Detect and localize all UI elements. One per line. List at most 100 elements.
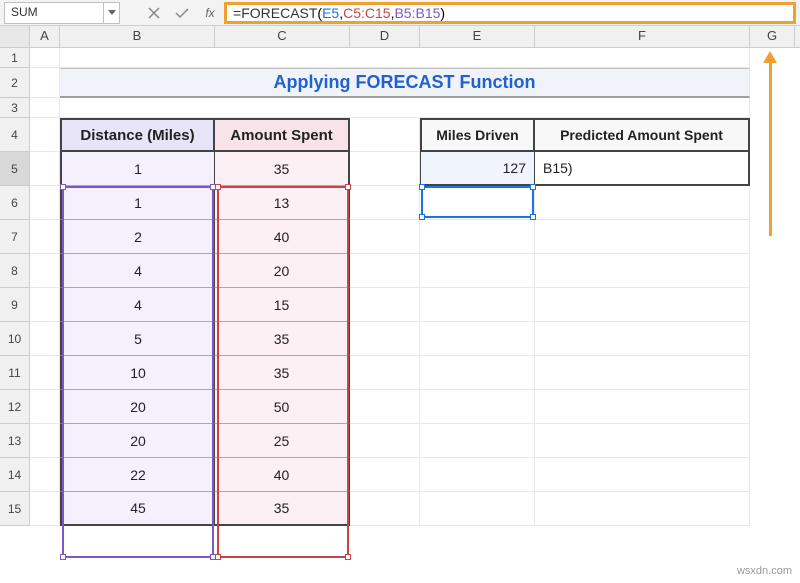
col-header[interactable]: C [215,26,350,47]
cell[interactable] [30,254,60,288]
cell[interactable] [350,458,420,492]
cell[interactable] [350,356,420,390]
cell-distance[interactable]: 20 [60,424,215,458]
cell[interactable] [420,390,535,424]
cell[interactable] [60,98,750,118]
row-header[interactable]: 9 [0,288,30,322]
cell[interactable] [350,492,420,526]
cell[interactable] [535,458,750,492]
row-header[interactable]: 4 [0,118,30,152]
cell-distance[interactable]: 1 [60,186,215,220]
cell[interactable] [535,186,750,220]
cell[interactable] [420,288,535,322]
cell[interactable] [30,118,60,152]
name-box[interactable]: SUM [4,2,104,24]
header-distance[interactable]: Distance (Miles) [60,118,215,152]
row-header[interactable]: 2 [0,68,30,98]
row-header[interactable]: 12 [0,390,30,424]
cell[interactable] [60,48,750,68]
cell-amount[interactable]: 15 [215,288,350,322]
cell[interactable] [420,492,535,526]
cell-amount[interactable]: 50 [215,390,350,424]
header-predicted[interactable]: Predicted Amount Spent [535,118,750,152]
cell[interactable] [420,186,535,220]
cell-distance[interactable]: 5 [60,322,215,356]
active-cell[interactable]: B15) [535,152,750,186]
row-header[interactable]: 8 [0,254,30,288]
cell-distance[interactable]: 1 [60,152,215,186]
cell[interactable] [420,424,535,458]
cell-amount[interactable]: 35 [215,322,350,356]
row-header[interactable]: 5 [0,152,30,186]
cell-distance[interactable]: 22 [60,458,215,492]
header-miles-driven[interactable]: Miles Driven [420,118,535,152]
cell[interactable] [535,390,750,424]
cell[interactable] [535,322,750,356]
col-header[interactable]: A [30,26,60,47]
row-header[interactable]: 7 [0,220,30,254]
header-amount[interactable]: Amount Spent [215,118,350,152]
cell[interactable] [420,458,535,492]
cell[interactable] [30,356,60,390]
cell[interactable] [30,458,60,492]
select-all-corner[interactable] [0,26,30,47]
row-header[interactable]: 15 [0,492,30,526]
cell[interactable] [30,220,60,254]
cell-amount[interactable]: 35 [215,492,350,526]
cell[interactable] [30,390,60,424]
cell-amount[interactable]: 35 [215,152,350,186]
formula-input[interactable]: =FORECAST(E5,C5:C15,B5:B15) [224,2,796,24]
cell-amount[interactable]: 25 [215,424,350,458]
cell[interactable] [350,118,420,152]
cell-amount[interactable]: 13 [215,186,350,220]
cell[interactable] [420,220,535,254]
cell[interactable] [350,186,420,220]
cancel-icon[interactable] [142,1,166,25]
namebox-dropdown-icon[interactable] [104,2,120,24]
cell-amount[interactable]: 35 [215,356,350,390]
cell[interactable] [420,254,535,288]
col-header[interactable]: D [350,26,420,47]
row-header[interactable]: 3 [0,98,30,118]
cell[interactable] [30,288,60,322]
cell[interactable] [420,322,535,356]
enter-icon[interactable] [170,1,194,25]
cell[interactable] [535,492,750,526]
cell-distance[interactable]: 2 [60,220,215,254]
row-header[interactable]: 13 [0,424,30,458]
fx-icon[interactable]: fx [198,1,222,25]
cell[interactable] [350,424,420,458]
col-header[interactable]: E [420,26,535,47]
row-header[interactable]: 1 [0,48,30,68]
cell-amount[interactable]: 40 [215,458,350,492]
cell[interactable] [350,390,420,424]
cell[interactable] [30,48,60,68]
cell-distance[interactable]: 4 [60,254,215,288]
row-header[interactable]: 10 [0,322,30,356]
cell[interactable] [350,152,420,186]
cell-miles-driven[interactable]: 127 [420,152,535,186]
cell[interactable] [30,152,60,186]
cell[interactable] [535,220,750,254]
cell[interactable] [535,356,750,390]
cell-distance[interactable]: 45 [60,492,215,526]
cell[interactable] [30,322,60,356]
cell[interactable] [350,322,420,356]
cell[interactable] [535,424,750,458]
spreadsheet-grid[interactable]: A B C D E F G 1 2 Applying FORECAST Func… [0,26,800,581]
cell[interactable] [350,254,420,288]
cell-distance[interactable]: 4 [60,288,215,322]
page-title[interactable]: Applying FORECAST Function [60,68,750,98]
cell[interactable] [30,424,60,458]
cell-distance[interactable]: 10 [60,356,215,390]
row-header[interactable]: 14 [0,458,30,492]
cell[interactable] [30,186,60,220]
cell[interactable] [535,254,750,288]
row-header[interactable]: 6 [0,186,30,220]
cell[interactable] [350,288,420,322]
col-header[interactable]: G [750,26,795,47]
row-header[interactable]: 11 [0,356,30,390]
col-header[interactable]: B [60,26,215,47]
cell[interactable] [30,68,60,98]
cell[interactable] [30,98,60,118]
